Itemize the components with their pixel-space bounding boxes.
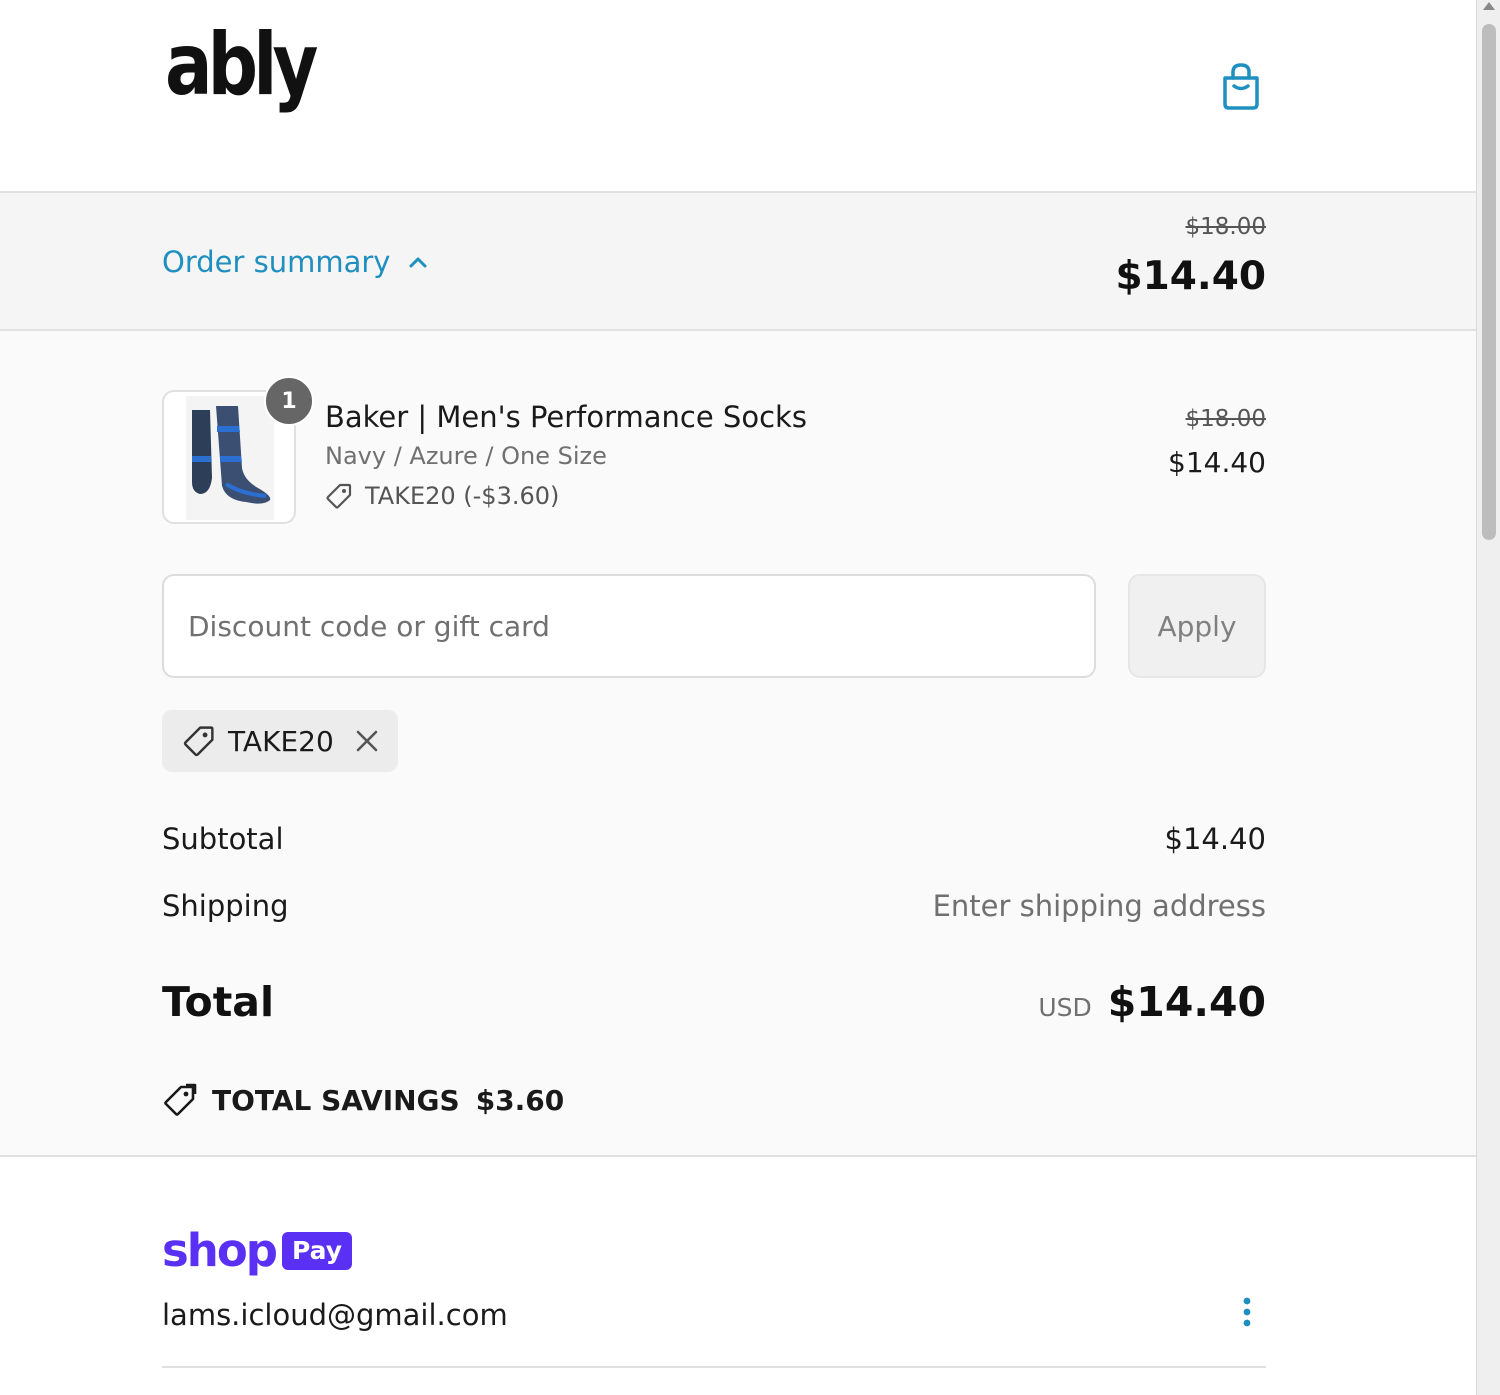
savings-tag-icon bbox=[164, 1083, 197, 1116]
scrollbar-thumb[interactable] bbox=[1482, 24, 1496, 540]
total-amount-group: USD $14.40 bbox=[1038, 978, 1266, 1026]
product-variant: Navy / Azure / One Size bbox=[325, 442, 607, 470]
savings-value: $3.60 bbox=[475, 1083, 565, 1117]
remove-discount-icon[interactable] bbox=[354, 728, 380, 754]
product-title: Baker | Men's Performance Socks bbox=[325, 400, 807, 434]
savings-label: TOTAL SAVINGS bbox=[212, 1083, 460, 1117]
applied-discount-code: TAKE20 bbox=[228, 724, 334, 758]
subtotal-label: Subtotal bbox=[162, 822, 284, 856]
total-value: $14.40 bbox=[1107, 978, 1266, 1026]
shop-pay-logo: shop Pay bbox=[162, 1224, 353, 1277]
ably-logo[interactable]: ably bbox=[165, 22, 318, 108]
checkout-page: ably Order summary $18.00 $14.40 1 Baker… bbox=[0, 0, 1476, 1395]
shopping-bag-icon[interactable] bbox=[1217, 60, 1265, 112]
discount-code-input[interactable] bbox=[162, 574, 1096, 678]
quantity-badge: 1 bbox=[264, 376, 314, 426]
discount-tag-icon bbox=[183, 726, 214, 757]
total-savings: TOTAL SAVINGS $3.60 bbox=[162, 1080, 564, 1120]
shop-pay-email: lams.icloud@gmail.com bbox=[162, 1298, 508, 1332]
shipping-value: Enter shipping address bbox=[932, 889, 1266, 923]
chevron-up-icon bbox=[409, 257, 427, 268]
order-summary-toggle[interactable]: Order summary bbox=[162, 242, 428, 282]
discount-tag-icon bbox=[326, 483, 352, 509]
shop-pay-shop-text: shop bbox=[162, 1224, 278, 1277]
product-original-price: $18.00 bbox=[1185, 406, 1266, 432]
summary-total-price: $14.40 bbox=[1115, 254, 1267, 299]
applied-discount-chip: TAKE20 bbox=[162, 710, 398, 772]
apply-button[interactable]: Apply bbox=[1128, 574, 1266, 678]
order-summary-label: Order summary bbox=[162, 245, 391, 279]
shop-pay-pay-badge: Pay bbox=[281, 1231, 353, 1270]
product-price: $14.40 bbox=[1168, 446, 1266, 479]
scroll-up-arrow-icon[interactable] bbox=[1483, 2, 1495, 10]
socks-image bbox=[186, 396, 274, 520]
site-header: ably bbox=[0, 0, 1476, 193]
shipping-label: Shipping bbox=[162, 889, 289, 923]
product-discount-label: TAKE20 (-$3.60) bbox=[365, 482, 560, 510]
section-divider bbox=[162, 1366, 1266, 1368]
summary-original-price: $18.00 bbox=[1185, 214, 1266, 240]
total-label: Total bbox=[162, 978, 275, 1026]
subtotal-value: $14.40 bbox=[1164, 822, 1266, 856]
more-options-icon[interactable] bbox=[1232, 1294, 1262, 1334]
currency-code: USD bbox=[1038, 993, 1092, 1022]
product-discount: TAKE20 (-$3.60) bbox=[325, 479, 559, 513]
vertical-scrollbar[interactable] bbox=[1476, 0, 1500, 1395]
